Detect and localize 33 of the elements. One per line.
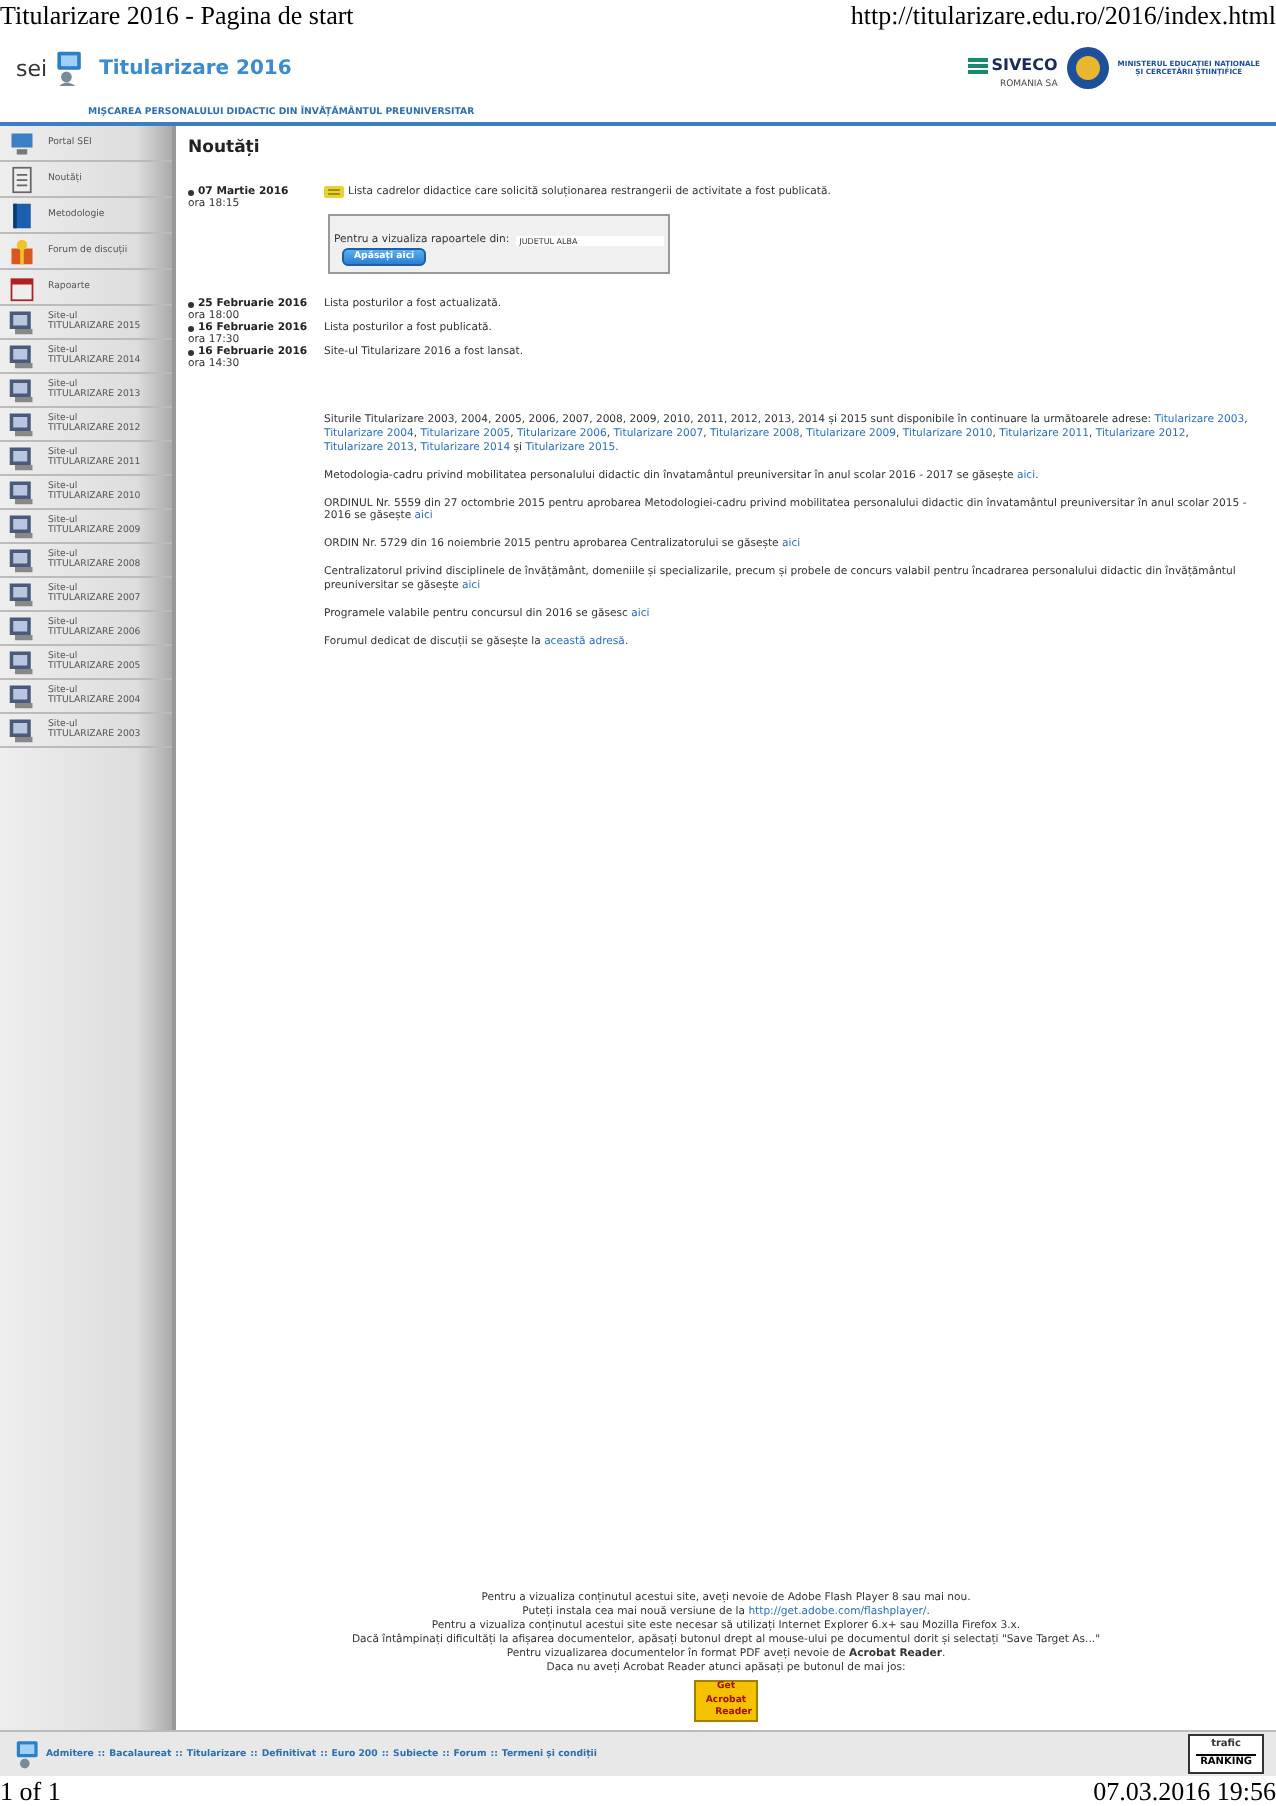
page-title: Titularizare 2016 - Pagina de start <box>0 0 354 30</box>
page-count: 1 of 1 <box>0 1776 61 1806</box>
computer-user-icon <box>12 1738 44 1770</box>
calendar-icon <box>8 273 36 301</box>
document-icon <box>8 165 36 193</box>
monitor-icon <box>8 580 36 608</box>
stripes-icon <box>967 55 988 75</box>
page-url: http://titularizare.edu.ro/2016/index.html <box>850 0 1276 30</box>
monitor-icon <box>8 716 36 744</box>
bullet-icon <box>188 349 194 355</box>
partner-name: SIVECO <box>991 56 1058 74</box>
monitor-icon <box>8 376 36 404</box>
gift-icon <box>8 237 36 265</box>
bullet-icon <box>188 189 194 195</box>
monitor-icon <box>8 512 36 540</box>
monitor-icon <box>8 444 36 472</box>
monitor-icon <box>8 308 36 336</box>
logo-text: sei <box>16 55 48 81</box>
monitor-icon <box>8 648 36 676</box>
bullet-icon <box>188 301 194 307</box>
monitor-icon <box>8 614 36 642</box>
site-title: Titularizare 2016 <box>99 57 292 79</box>
monitor-icon <box>8 546 36 574</box>
computer-icon <box>8 129 36 157</box>
section-heading: Noutăți <box>188 138 262 158</box>
crest-icon <box>1065 46 1110 90</box>
book-icon <box>8 201 36 229</box>
monitor-icon <box>8 682 36 710</box>
monitor-icon <box>8 410 36 438</box>
monitor-icon <box>8 478 36 506</box>
print-timestamp: 07.03.2016 19:56 <box>1093 1776 1276 1806</box>
bullet-icon <box>188 325 194 331</box>
monitor-icon <box>8 342 36 370</box>
